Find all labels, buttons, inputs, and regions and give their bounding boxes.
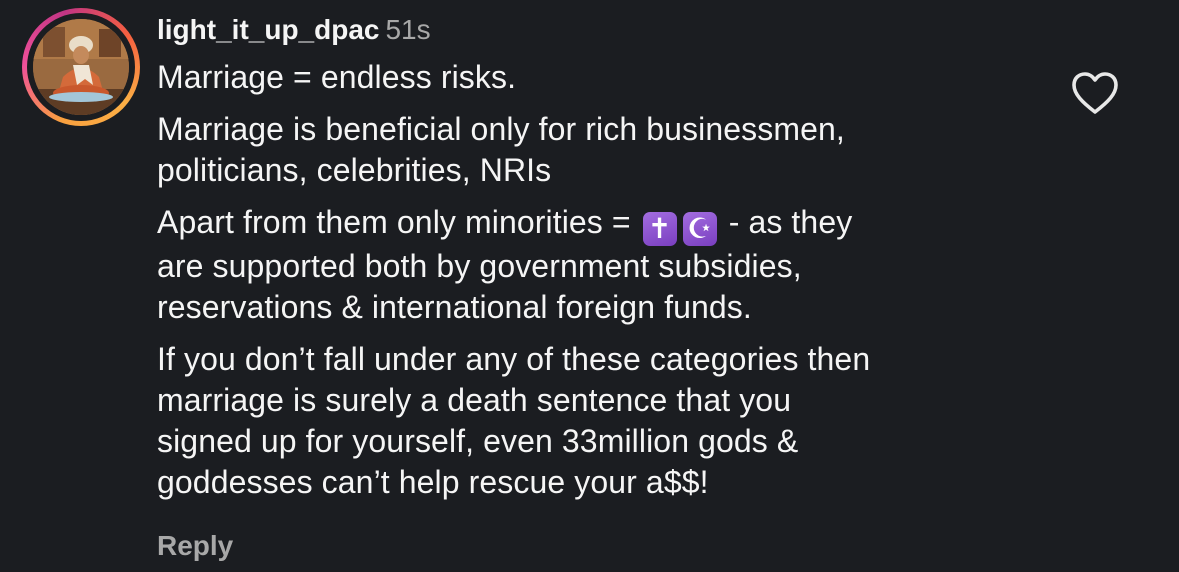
like-button[interactable]: [1070, 70, 1120, 116]
comment-body: light_it_up_dpac 51s Marriage = endless r…: [157, 10, 1037, 514]
comment-text: Marriage = endless risks.: [157, 59, 517, 95]
star-and-crescent-emoji-icon: ☪: [682, 212, 717, 246]
comment-paragraph-3: Apart from them only minorities = ✝ ☪ - a…: [157, 202, 1037, 328]
comment-text: politicians, celebrities, NRIs: [157, 152, 552, 188]
heart-outline-icon: [1072, 72, 1118, 114]
avatar[interactable]: [33, 19, 129, 115]
comment-header: light_it_up_dpac 51s: [157, 10, 1037, 50]
profile-photo-icon: [33, 19, 129, 115]
comment-paragraph-1: Marriage = endless risks.: [157, 57, 1037, 98]
username[interactable]: light_it_up_dpac: [157, 14, 379, 45]
comment-item: light_it_up_dpac 51s Marriage = endless r…: [0, 0, 1179, 572]
avatar-story-ring[interactable]: [22, 8, 140, 126]
comment-text: are supported both by government subsidi…: [157, 248, 802, 284]
timestamp: 51s: [385, 14, 431, 45]
comment-text: reservations & international foreign fun…: [157, 289, 752, 325]
reply-button[interactable]: Reply: [157, 528, 233, 564]
comment-text: Marriage is beneficial only for rich bus…: [157, 111, 845, 147]
comment-text: goddesses can’t help rescue your a$$!: [157, 464, 709, 500]
comment-text: If you don’t fall under any of these cat…: [157, 341, 871, 377]
comment-text: Apart from them only minorities =: [157, 204, 631, 240]
comment-paragraph-2: Marriage is beneficial only for rich bus…: [157, 109, 1037, 191]
comment-text: signed up for yourself, even 33million g…: [157, 423, 799, 459]
latin-cross-emoji-icon: ✝: [642, 212, 677, 246]
comment-paragraph-4: If you don’t fall under any of these cat…: [157, 339, 1037, 503]
comment-text: marriage is surely a death sentence that…: [157, 382, 792, 418]
comment-text: - as they: [719, 204, 853, 240]
